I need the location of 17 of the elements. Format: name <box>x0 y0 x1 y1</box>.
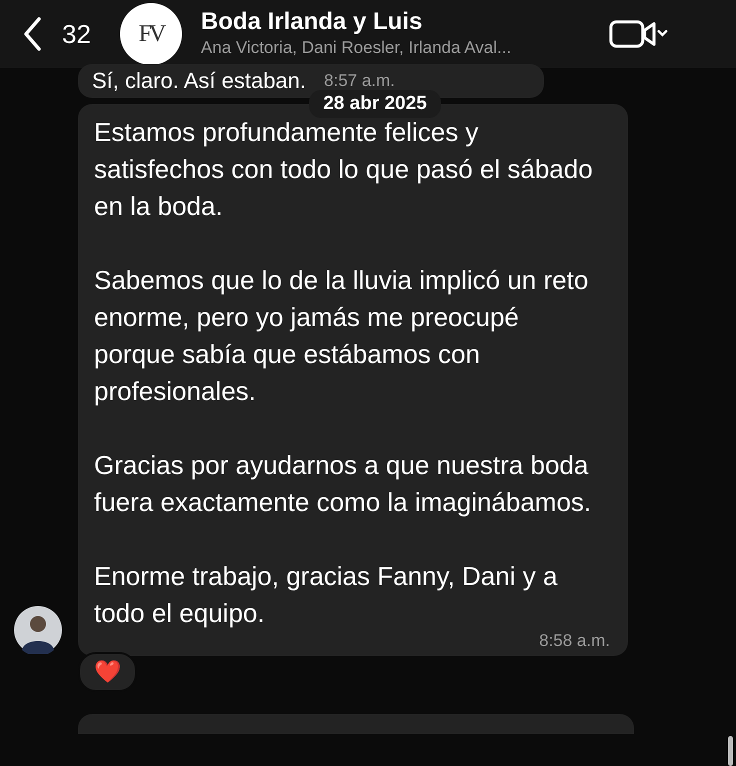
message-paragraph: Sabemos que lo de la lluvia implicó un reto enorme, pero yo jamás me preocupé porque sabía que estábamos con profesionales. <box>94 264 590 408</box>
date-divider: 28 abr 2025 <box>309 90 441 118</box>
members-list: Ana Victoria, Dani Roesler, Irlanda Aval... <box>200 36 596 60</box>
video-call-icon[interactable] <box>608 19 670 49</box>
message-paragraph: Estamos profundamente felices y satisfechos con todo lo que pasó el sábado en la boda. <box>94 116 594 223</box>
reaction-badge[interactable]: ❤ <box>78 652 137 692</box>
group-avatar[interactable]: FV <box>120 3 182 65</box>
message-text: Sí, claro. Así estaban. <box>92 68 306 94</box>
message-paragraph: Gracias por ayudarnos a que nuestra boda fuera exactamente como la imaginábamos. <box>94 449 592 519</box>
message-paragraph: Enorme trabajo, gracias Fanny, Dani y a todo el equipo. <box>94 560 558 630</box>
back-icon[interactable] <box>22 16 42 52</box>
message-time: 8:58 a.m. <box>539 632 610 650</box>
message-time: 8:57 a.m. <box>324 71 395 91</box>
unread-count[interactable]: 32 <box>62 18 91 50</box>
scrollbar[interactable] <box>728 736 733 766</box>
avatar-icon[interactable] <box>14 606 62 654</box>
chat-title[interactable]: Boda Irlanda y Luis <box>200 8 596 36</box>
